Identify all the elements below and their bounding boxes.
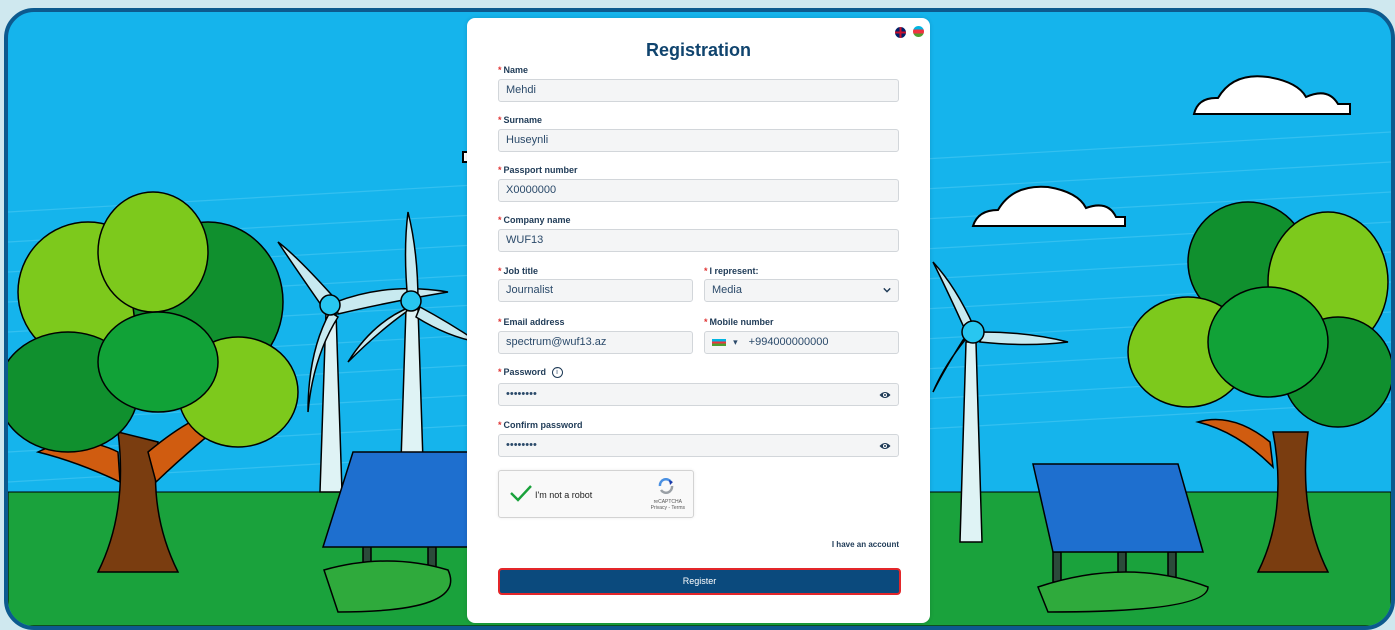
recaptcha-brand: reCAPTCHA Privacy - Terms xyxy=(650,499,685,511)
passport-label: * Passport number xyxy=(498,165,578,175)
have-account-link[interactable]: I have an account xyxy=(832,540,899,549)
recaptcha-logo-icon xyxy=(658,478,674,494)
eye-icon[interactable] xyxy=(879,390,891,400)
confirm-password-input[interactable]: •••••••• xyxy=(498,434,899,457)
country-flag-icon[interactable] xyxy=(712,338,726,346)
email-label: * Email address xyxy=(498,317,565,327)
company-label: * Company name xyxy=(498,215,571,225)
chevron-down-icon xyxy=(883,287,891,293)
password-label: * Password i xyxy=(498,367,563,379)
mobile-input[interactable]: ▾ +994000000000 xyxy=(704,331,899,354)
registration-card: Registration *Name *Surname *Passport nu… xyxy=(467,18,930,623)
password-input[interactable]: •••••••• xyxy=(498,383,899,406)
job-title-label: * Job title xyxy=(498,266,539,276)
mobile-label: * Mobile number xyxy=(704,317,774,327)
confirm-password-label: * Confirm password xyxy=(498,420,583,430)
name-input[interactable] xyxy=(498,79,899,102)
surname-label: * Surname xyxy=(498,115,543,125)
checkmark-icon[interactable] xyxy=(510,484,532,502)
english-flag-icon[interactable] xyxy=(894,26,907,39)
eye-icon[interactable] xyxy=(879,441,891,451)
surname-input[interactable] xyxy=(498,129,899,152)
info-icon[interactable]: i xyxy=(551,367,563,379)
page-title: Registration xyxy=(645,40,751,60)
represent-select[interactable]: Media xyxy=(704,279,899,302)
confirm-password-value: •••••••• xyxy=(506,439,537,451)
language-switcher xyxy=(894,26,924,39)
recaptcha-widget[interactable]: I'm not a robot reCAPTCHA Privacy - Term… xyxy=(498,470,694,518)
job-title-input[interactable] xyxy=(498,279,693,302)
mobile-value: +994000000000 xyxy=(748,336,829,348)
register-button[interactable]: Register xyxy=(498,568,901,595)
passport-input[interactable] xyxy=(498,179,899,202)
chevron-down-icon[interactable]: ▾ xyxy=(733,337,738,347)
email-input[interactable] xyxy=(498,331,693,354)
recaptcha-label: I'm not a robot xyxy=(535,490,593,500)
represent-label: * I represent: xyxy=(704,266,759,276)
name-label: * Name xyxy=(498,65,529,75)
represent-value: Media xyxy=(712,284,742,296)
company-input[interactable] xyxy=(498,229,899,252)
recaptcha-privacy-terms[interactable]: Privacy - Terms xyxy=(651,505,685,511)
azerbaijan-flag-icon[interactable] xyxy=(913,26,924,37)
password-value: •••••••• xyxy=(506,388,537,400)
